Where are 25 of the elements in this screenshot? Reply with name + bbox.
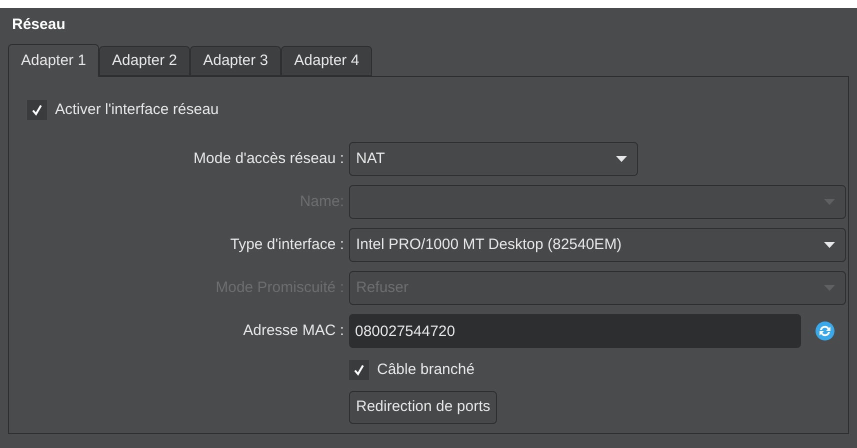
port-forwarding-button[interactable]: Redirection de ports (349, 391, 498, 424)
caret-icon (824, 285, 835, 291)
field-label: Type d'interface : (229, 234, 345, 255)
caret-icon (824, 242, 835, 248)
checkbox[interactable] (349, 360, 369, 380)
checkbox[interactable] (27, 100, 47, 120)
field-label: Mode d'accès réseau : (192, 148, 345, 169)
tab[interactable]: Adapter 1 (8, 44, 100, 77)
caret-icon (824, 199, 835, 205)
checkbox-label: Câble branché (377, 360, 475, 380)
dropdown[interactable]: NAT (349, 142, 638, 176)
field-label: Adresse MAC : (242, 320, 345, 341)
section-title: Réseau (11, 15, 66, 35)
tab[interactable]: Adapter 4 (281, 46, 372, 76)
tab[interactable]: Adapter 3 (190, 46, 282, 76)
mac-address-field[interactable]: 080027544720 (349, 314, 801, 348)
tab[interactable]: Adapter 2 (99, 46, 190, 76)
dropdown[interactable]: Intel PRO/1000 MT Desktop (82540EM) (349, 228, 846, 262)
caret-icon (616, 156, 627, 162)
refresh-icon[interactable] (815, 321, 835, 341)
dropdown-value: NAT (356, 148, 385, 169)
dropdown-value: Intel PRO/1000 MT Desktop (82540EM) (356, 234, 622, 255)
checkbox-label: Activer l'interface réseau (55, 100, 219, 120)
check-icon (31, 104, 43, 116)
check-icon (353, 364, 365, 376)
